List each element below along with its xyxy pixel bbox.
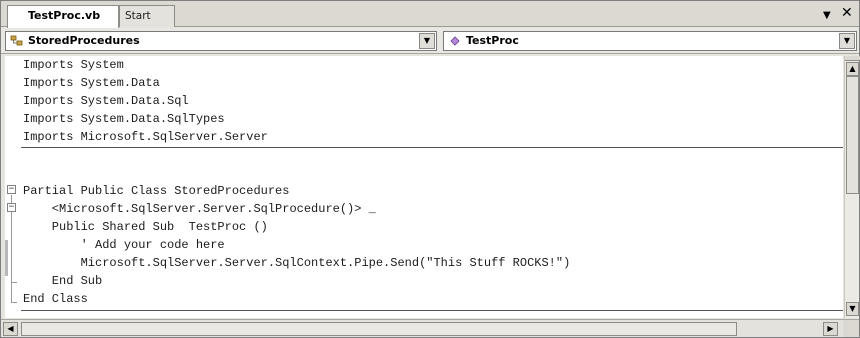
code-line: Imports System.Data.Sql	[23, 94, 189, 108]
code-line: End Class	[23, 292, 88, 306]
outlining-margin: − −	[5, 56, 19, 318]
code-line: Imports Microsoft.SqlServer.Server	[23, 130, 268, 144]
horizontal-scrollbar[interactable]: ◀ ▶	[1, 319, 859, 337]
outline-end-tick	[11, 302, 17, 303]
horizontal-scroll-thumb[interactable]	[21, 322, 737, 336]
splitter-handle[interactable]	[845, 56, 860, 61]
code-line: ' Add your code here	[23, 238, 225, 252]
triangle-down-icon[interactable]: ▼	[823, 9, 831, 23]
navigation-bar: StoredProcedures ▼ TestProc ▼	[1, 28, 859, 54]
code-line: Microsoft.SqlServer.Server.SqlContext.Pi…	[23, 256, 571, 270]
class-icon	[10, 35, 23, 46]
method-name-dropdown[interactable]: TestProc ▼	[443, 31, 857, 51]
code-line: Imports System.Data	[23, 76, 160, 90]
tab-label: TestProc.vb	[28, 9, 101, 22]
vertical-scrollbar[interactable]: ▲ ▼	[844, 56, 860, 318]
method-name-value: TestProc	[466, 34, 519, 47]
tab-testproc-vb[interactable]: TestProc.vb	[7, 5, 119, 28]
code-editor[interactable]: − − Imports System Imports System.Data I…	[5, 56, 843, 318]
vertical-scroll-thumb[interactable]	[846, 76, 859, 194]
change-indicator	[5, 240, 8, 276]
outline-end-tick	[11, 282, 17, 283]
class-name-value: StoredProcedures	[28, 34, 140, 47]
method-icon	[450, 36, 460, 46]
document-tab-strip: TestProc.vb Start Page ▼ ✕	[1, 1, 859, 42]
chevron-down-icon[interactable]: ▼	[419, 33, 435, 49]
code-line: <Microsoft.SqlServer.Server.SqlProcedure…	[23, 202, 376, 216]
code-line: End Sub	[23, 274, 103, 288]
procedure-separator	[21, 310, 843, 311]
class-name-dropdown[interactable]: StoredProcedures ▼	[5, 31, 437, 51]
collapse-icon[interactable]: −	[7, 185, 16, 194]
tab-start-page[interactable]: Start Page	[119, 5, 175, 42]
code-line: Public Shared Sub TestProc ()	[23, 220, 268, 234]
scroll-left-icon[interactable]: ◀	[3, 322, 18, 336]
scrollbar-corner	[843, 320, 859, 337]
code-line: Imports System.Data.SqlTypes	[23, 112, 225, 126]
code-line: Partial Public Class StoredProcedures	[23, 184, 290, 198]
scroll-down-icon[interactable]: ▼	[846, 302, 859, 316]
code-line: Imports System	[23, 58, 124, 72]
collapse-icon[interactable]: −	[7, 203, 16, 212]
procedure-separator	[21, 147, 843, 148]
scroll-up-icon[interactable]: ▲	[846, 62, 859, 76]
scroll-right-icon[interactable]: ▶	[823, 322, 838, 336]
chevron-down-icon[interactable]: ▼	[839, 33, 855, 49]
close-icon[interactable]: ✕	[841, 6, 853, 20]
editor-window: TestProc.vb Start Page ▼ ✕ StoredProcedu…	[0, 0, 860, 338]
